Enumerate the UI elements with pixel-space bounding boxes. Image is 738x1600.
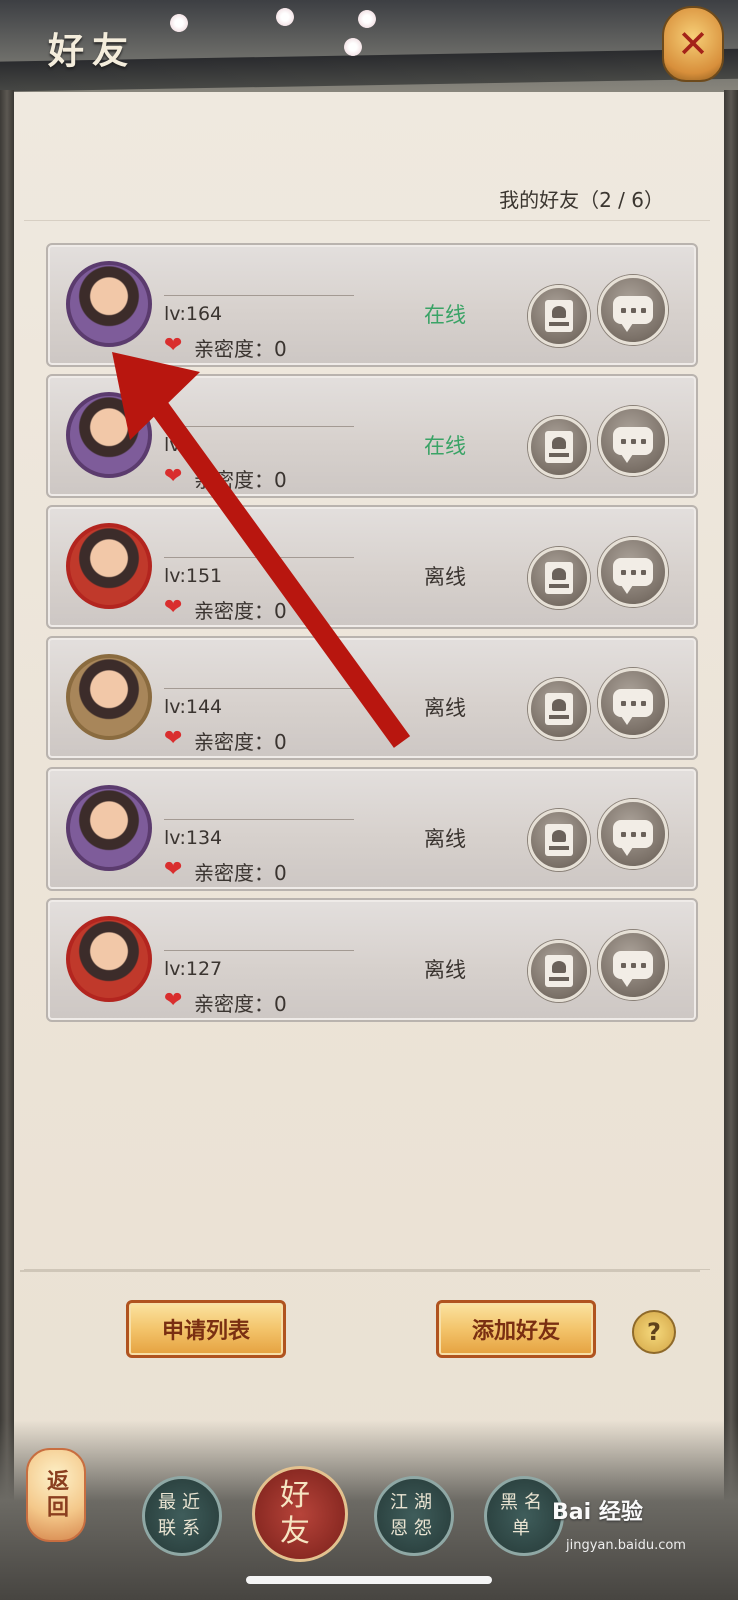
profile-card-button[interactable] bbox=[528, 678, 590, 740]
close-button[interactable]: ✕ bbox=[662, 6, 724, 82]
friend-row[interactable]: lv:1 ❤ 亲密度：0 在线 bbox=[46, 374, 698, 498]
tab-jianghu[interactable]: 江湖恩怨 bbox=[374, 1476, 454, 1556]
heart-icon: ❤ bbox=[164, 726, 183, 751]
friend-level: lv:127 bbox=[164, 958, 223, 980]
profile-card-button[interactable] bbox=[528, 285, 590, 347]
chat-bubble-icon bbox=[613, 427, 653, 463]
friend-status: 在线 bbox=[424, 434, 466, 458]
watermark-url: jingyan.baidu.com bbox=[566, 1538, 686, 1553]
friend-status: 在线 bbox=[424, 303, 466, 327]
profile-card-button[interactable] bbox=[528, 940, 590, 1002]
friend-intimacy: 亲密度：0 bbox=[194, 337, 287, 361]
blossom-decoration bbox=[276, 8, 294, 26]
friends-panel: 我的好友（2 / 6） lv:164 ❤ 亲密度：0 在线 lv:1 ❤ 亲密度… bbox=[14, 92, 724, 1512]
friend-row[interactable]: lv:134 ❤ 亲密度：0 离线 bbox=[46, 767, 698, 891]
tab-recent-label: 最近联系 bbox=[158, 1492, 206, 1539]
profile-card-icon bbox=[545, 693, 573, 725]
tab-friends[interactable]: 好友 bbox=[252, 1466, 348, 1562]
chat-button[interactable] bbox=[598, 406, 668, 476]
help-button[interactable]: ? bbox=[632, 1310, 676, 1354]
friend-row[interactable]: lv:144 ❤ 亲密度：0 离线 bbox=[46, 636, 698, 760]
add-friend-button[interactable]: 添加好友 bbox=[436, 1300, 596, 1358]
chat-bubble-icon bbox=[613, 689, 653, 725]
chat-bubble-icon bbox=[613, 558, 653, 594]
close-icon: ✕ bbox=[677, 22, 709, 66]
avatar[interactable] bbox=[66, 261, 152, 347]
chat-button[interactable] bbox=[598, 930, 668, 1000]
tab-blacklist-label: 黑名单 bbox=[500, 1492, 548, 1539]
page-title: 好友 bbox=[48, 30, 137, 72]
avatar[interactable] bbox=[66, 392, 152, 478]
profile-card-button[interactable] bbox=[528, 547, 590, 609]
name-placeholder bbox=[164, 426, 354, 427]
friend-status: 离线 bbox=[424, 827, 466, 851]
heart-icon: ❤ bbox=[164, 464, 183, 489]
chat-bubble-icon bbox=[613, 820, 653, 856]
frame-right bbox=[724, 90, 738, 1510]
friend-status: 离线 bbox=[424, 565, 466, 589]
watermark-brand: Bai 经验 bbox=[552, 1500, 643, 1525]
divider bbox=[20, 1270, 700, 1272]
chat-button[interactable] bbox=[598, 668, 668, 738]
chat-bubble-icon bbox=[613, 951, 653, 987]
friend-status: 离线 bbox=[424, 696, 466, 720]
chat-bubble-icon bbox=[613, 296, 653, 332]
name-placeholder bbox=[164, 950, 354, 951]
profile-card-icon bbox=[545, 300, 573, 332]
friend-intimacy: 亲密度：0 bbox=[194, 599, 287, 623]
friend-status: 离线 bbox=[424, 958, 466, 982]
friend-intimacy: 亲密度：0 bbox=[194, 730, 287, 754]
friend-row[interactable]: lv:164 ❤ 亲密度：0 在线 bbox=[46, 243, 698, 367]
friend-row[interactable]: lv:151 ❤ 亲密度：0 离线 bbox=[46, 505, 698, 629]
friend-row[interactable]: lv:127 ❤ 亲密度：0 离线 bbox=[46, 898, 698, 1022]
frame-left bbox=[0, 90, 14, 1510]
friend-intimacy: 亲密度：0 bbox=[194, 468, 287, 492]
chat-button[interactable] bbox=[598, 537, 668, 607]
avatar[interactable] bbox=[66, 785, 152, 871]
profile-card-icon bbox=[545, 824, 573, 856]
profile-card-icon bbox=[545, 431, 573, 463]
apply-list-button[interactable]: 申请列表 bbox=[126, 1300, 286, 1358]
friend-level: lv:144 bbox=[164, 696, 223, 718]
avatar[interactable] bbox=[66, 916, 152, 1002]
chat-button[interactable] bbox=[598, 275, 668, 345]
heart-icon: ❤ bbox=[164, 988, 183, 1013]
name-placeholder bbox=[164, 819, 354, 820]
tab-friends-label: 好友 bbox=[280, 1478, 320, 1549]
heart-icon: ❤ bbox=[164, 595, 183, 620]
heart-icon: ❤ bbox=[164, 333, 183, 358]
friend-level: lv:134 bbox=[164, 827, 223, 849]
friend-level: lv:164 bbox=[164, 303, 223, 325]
back-label: 返回 bbox=[43, 1469, 69, 1521]
home-indicator[interactable] bbox=[246, 1576, 492, 1584]
blossom-decoration bbox=[344, 38, 362, 56]
chat-button[interactable] bbox=[598, 799, 668, 869]
blossom-decoration bbox=[170, 14, 188, 32]
profile-card-button[interactable] bbox=[528, 809, 590, 871]
friend-intimacy: 亲密度：0 bbox=[194, 992, 287, 1016]
tab-recent[interactable]: 最近联系 bbox=[142, 1476, 222, 1556]
tab-jianghu-label: 江湖恩怨 bbox=[390, 1492, 438, 1539]
profile-card-button[interactable] bbox=[528, 416, 590, 478]
back-button[interactable]: 返回 bbox=[26, 1448, 86, 1542]
heart-icon: ❤ bbox=[164, 857, 183, 882]
avatar[interactable] bbox=[66, 654, 152, 740]
blossom-decoration bbox=[358, 10, 376, 28]
profile-card-icon bbox=[545, 562, 573, 594]
name-placeholder bbox=[164, 295, 354, 296]
name-placeholder bbox=[164, 688, 354, 689]
friend-intimacy: 亲密度：0 bbox=[194, 861, 287, 885]
friend-level: lv:1 bbox=[164, 434, 198, 456]
avatar[interactable] bbox=[66, 523, 152, 609]
friend-list[interactable]: lv:164 ❤ 亲密度：0 在线 lv:1 ❤ 亲密度：0 在线 lv:151… bbox=[24, 220, 710, 1270]
friend-count: 我的好友（2 / 6） bbox=[499, 188, 664, 212]
name-placeholder bbox=[164, 557, 354, 558]
profile-card-icon bbox=[545, 955, 573, 987]
friend-level: lv:151 bbox=[164, 565, 223, 587]
